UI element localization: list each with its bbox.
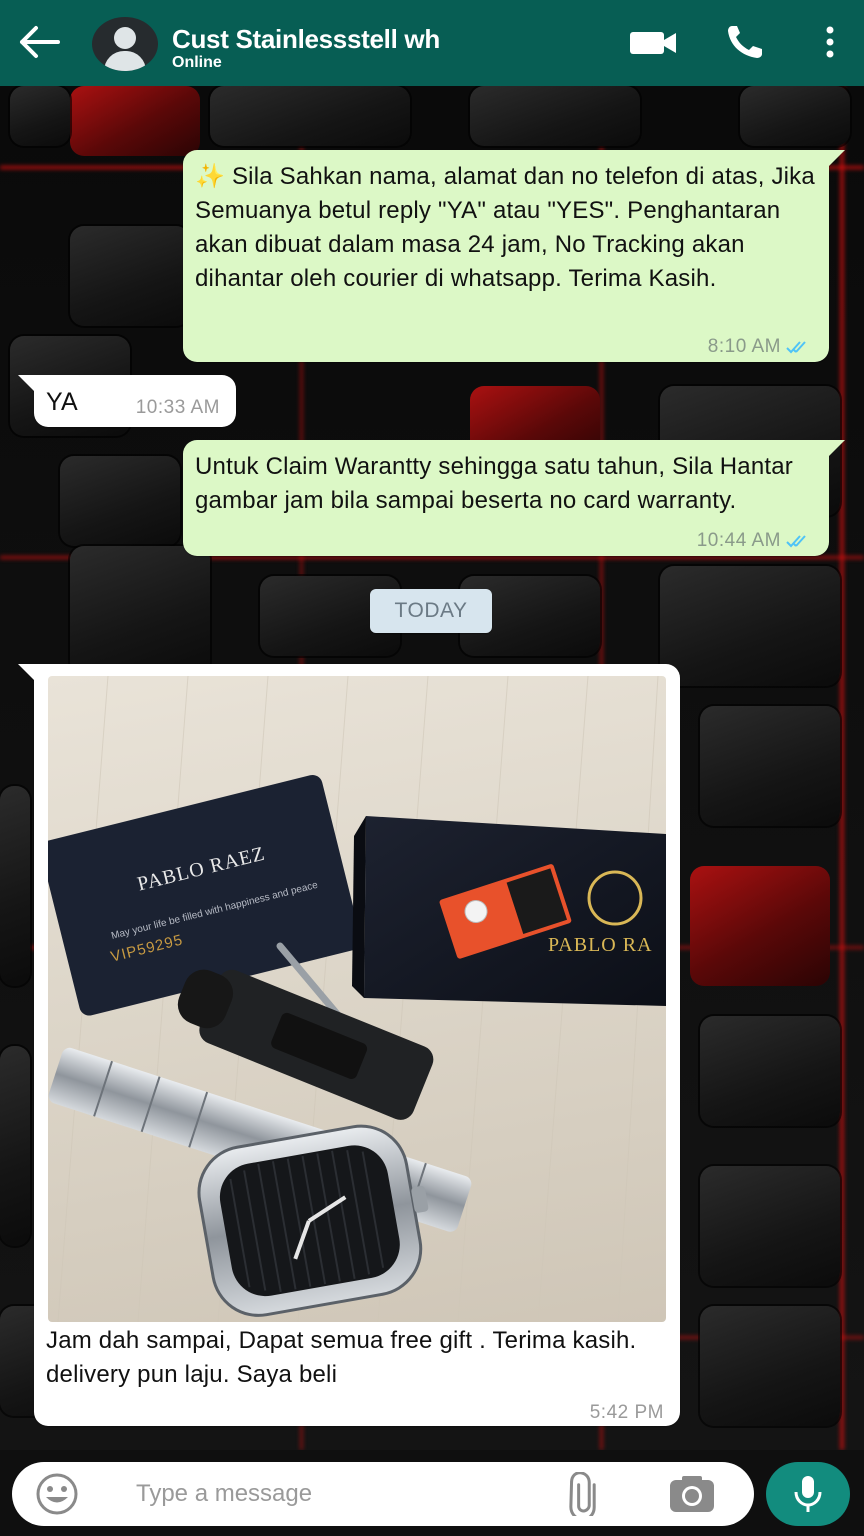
message-meta: 10:44 AM [697,530,815,552]
image-caption: Jam dah sampai, Dapat semua free gift . … [46,1327,637,1388]
contact-status: Online [172,54,222,71]
video-call-icon[interactable] [628,28,680,58]
message-time: 5:42 PM [589,1402,664,1423]
bubble-tail [18,375,34,391]
avatar-head [114,27,136,49]
composer-input-pill [12,1462,754,1526]
read-ticks-icon [786,341,806,354]
message-body: Untuk Claim Warantty sehingga satu tahun… [195,453,794,514]
emoji-icon[interactable] [30,1472,84,1516]
message-text: ✨ Sila Sahkan nama, alamat dan no telefo… [195,160,821,296]
message-outgoing[interactable]: ✨ Sila Sahkan nama, alamat dan no telefo… [183,150,845,362]
avatar[interactable] [92,17,158,71]
message-outgoing[interactable]: Untuk Claim Warantty sehingga satu tahun… [183,440,845,556]
box-brand: PABLO RA [548,934,653,956]
composer-bar [0,1450,864,1536]
message-meta: 8:10 AM [708,336,815,358]
mic-button[interactable] [766,1462,850,1526]
mic-icon [794,1476,822,1512]
date-divider: TODAY [370,589,492,633]
sparkles-icon: ✨ [195,163,226,190]
message-incoming-image[interactable]: PABLO RAEZ May your life be filled with … [18,664,680,1426]
photo-illustration [48,676,666,1322]
chat-header: Cust Stainlessstell wh Online [0,0,864,86]
back-arrow-icon[interactable] [14,22,62,62]
camera-icon[interactable] [666,1474,718,1514]
bubble-tail [18,664,34,680]
more-menu-icon[interactable] [816,24,844,60]
message-photo[interactable]: PABLO RAEZ May your life be filled with … [48,676,666,1322]
avatar-body [104,51,146,71]
message-body: YA [46,388,78,416]
contact-name[interactable]: Cust Stainlessstell wh [172,24,478,55]
message-input[interactable] [136,1476,536,1512]
bubble-tail [829,440,845,456]
voice-call-icon[interactable] [724,22,768,62]
read-ticks-icon [786,535,806,548]
message-body: Sila Sahkan nama, alamat dan no telefon … [195,163,815,292]
bubble-tail [829,150,845,166]
message-time: 8:10 AM [707,336,781,357]
message-time: 10:44 AM [696,530,781,551]
message-time: 10:33 AM [135,397,220,418]
attach-icon[interactable] [560,1471,610,1521]
message-incoming[interactable]: YA 10:33 AM [18,375,236,427]
